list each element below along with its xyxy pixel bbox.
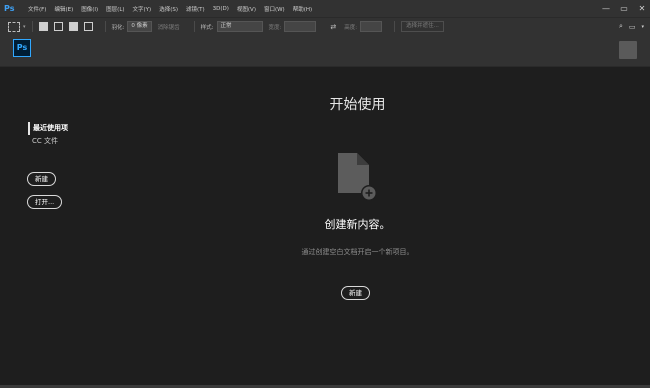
create-heading: 创建新内容。: [324, 218, 391, 231]
feather-input[interactable]: 0 像素: [127, 21, 152, 32]
rectangular-marquee-icon[interactable]: [8, 21, 20, 32]
menu-layer[interactable]: 图层(L): [102, 5, 128, 13]
divider: [193, 21, 195, 32]
minimize-icon[interactable]: —: [602, 4, 610, 13]
new-selection-icon[interactable]: [38, 22, 48, 31]
menu-bar: Ps 文件(F) 编辑(E) 图像(I) 图层(L) 文字(Y) 选择(S) 滤…: [0, 0, 650, 17]
open-button[interactable]: 打开...: [27, 195, 63, 209]
new-document-icon: [338, 153, 377, 201]
menu-select[interactable]: 选择(S): [155, 5, 182, 13]
close-icon[interactable]: ✕: [638, 4, 646, 13]
divider: [31, 21, 33, 32]
swap-icon[interactable]: ⇄: [330, 23, 336, 31]
create-new-button[interactable]: 新建: [341, 286, 370, 300]
style-select[interactable]: 正常: [216, 21, 263, 32]
subtract-from-selection-icon[interactable]: [68, 22, 78, 31]
add-to-selection-icon[interactable]: [53, 22, 63, 31]
style-label: 样式:: [200, 24, 214, 31]
menu-window[interactable]: 窗口(W): [260, 5, 289, 13]
width-label: 宽度:: [268, 24, 282, 31]
start-screen: 开始使用 最近使用项 CC 文件 新建 打开... 创建新内容。 通过创建空白文…: [0, 67, 650, 385]
height-input[interactable]: [360, 21, 383, 32]
avatar[interactable]: [619, 41, 637, 59]
feather-label: 羽化:: [111, 24, 125, 31]
maximize-icon[interactable]: ▭: [620, 4, 628, 13]
create-description: 通过创建空白文档开启一个新项目。: [301, 248, 414, 256]
workspace-icon[interactable]: ▭: [629, 23, 636, 31]
menu-image[interactable]: 图像(I): [77, 5, 102, 13]
chevron-down-icon[interactable]: ▾: [641, 24, 644, 30]
menu-type[interactable]: 文字(Y): [129, 5, 156, 13]
window-controls: — ▭ ✕: [602, 0, 646, 17]
search-icon[interactable]: ⌕: [619, 22, 623, 31]
options-bar: ▾ 羽化: 0 像素 消除锯齿 样式: 正常 宽度: ⇄ 高度: 选择并遮住..…: [0, 17, 650, 36]
menu-help[interactable]: 帮助(H): [289, 5, 316, 13]
menu-edit[interactable]: 编辑(E): [50, 5, 77, 13]
side-new-button[interactable]: 新建: [27, 172, 56, 186]
chevron-down-icon[interactable]: ▾: [23, 24, 26, 30]
home-header: Ps: [0, 35, 650, 67]
antialias-checkbox[interactable]: 消除锯齿: [158, 23, 180, 31]
divider: [104, 21, 106, 32]
select-and-mask-button[interactable]: 选择并遮住...: [401, 21, 444, 32]
menu-filter[interactable]: 滤镜(T): [182, 5, 209, 13]
photoshop-app-icon: Ps: [13, 39, 31, 57]
intersect-selection-icon[interactable]: [83, 22, 93, 31]
menu-file[interactable]: 文件(F): [24, 5, 50, 13]
menu-view[interactable]: 视图(V): [233, 5, 260, 13]
side-nav: 最近使用项 CC 文件: [28, 122, 68, 148]
photoshop-logo-icon: Ps: [4, 4, 15, 13]
nav-recent[interactable]: 最近使用项: [28, 122, 68, 135]
page-title: 开始使用: [329, 97, 386, 113]
height-label: 高度:: [344, 24, 358, 31]
width-input[interactable]: [284, 21, 317, 32]
nav-cc-files[interactable]: CC 文件: [28, 135, 68, 148]
menu-3d[interactable]: 3D(D): [209, 6, 233, 12]
divider: [394, 21, 396, 32]
